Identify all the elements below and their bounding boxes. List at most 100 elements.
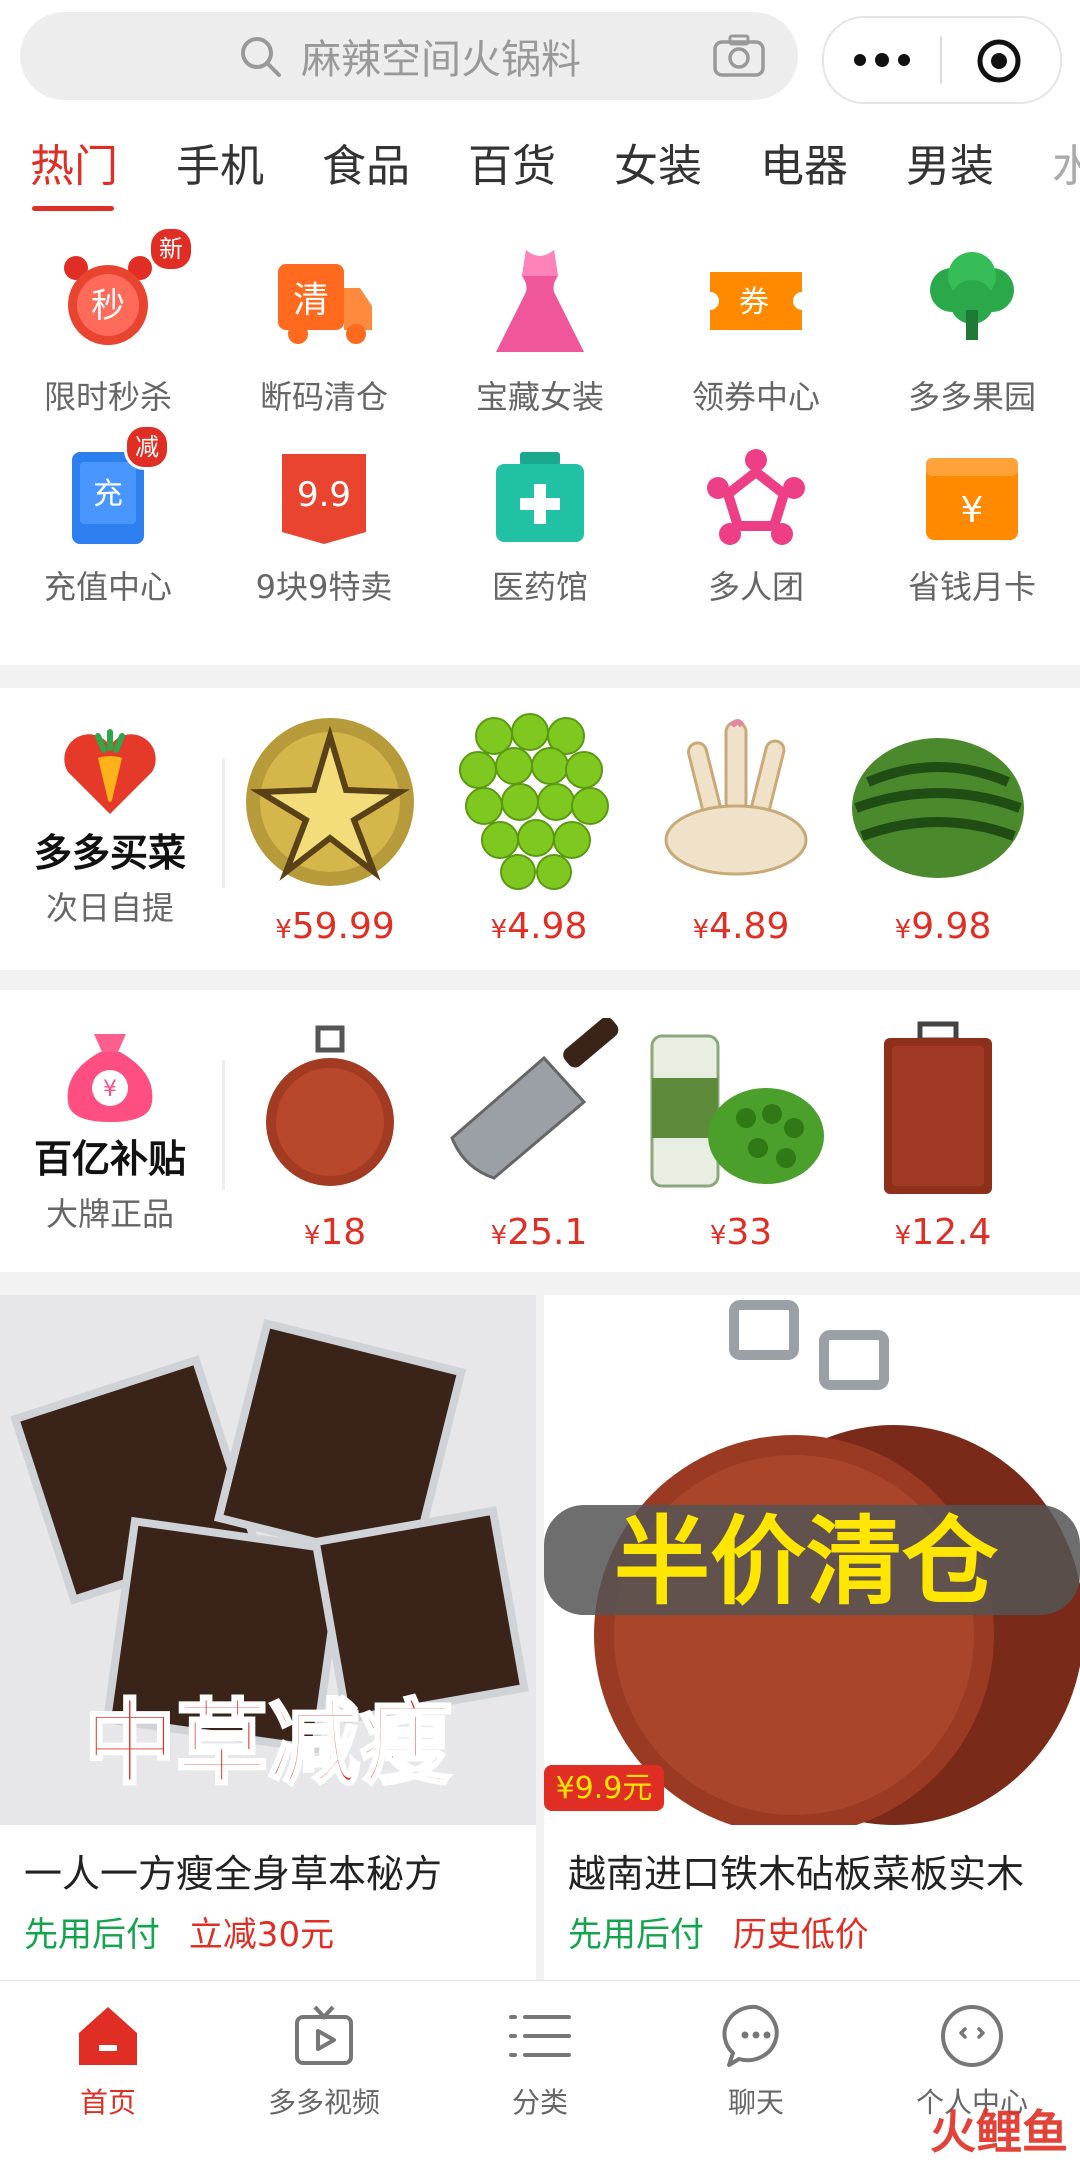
feed-title: 一人一方瘦全身草本秘方: [24, 1852, 443, 1896]
pay-later-tag: 先用后付: [24, 1915, 160, 1955]
recharge-glyph: 充: [93, 477, 123, 512]
tab-food[interactable]: 食品: [322, 130, 410, 194]
price-tag: ¥4.98: [490, 906, 588, 947]
monthly-card-icon: ¥: [926, 458, 1018, 540]
square-cutting-board-image: [884, 1021, 992, 1194]
price-tag: ¥33: [709, 1212, 773, 1253]
product-green-tea[interactable]: ¥33: [646, 1018, 836, 1253]
discount-badge: 减: [124, 424, 170, 470]
subsidy-row[interactable]: ¥ 百亿补贴 大牌正品 ¥18 ¥25.1 ¥33 ¥12.4: [0, 990, 1080, 1272]
grid-item-monthly-card[interactable]: ¥ 省钱月卡: [864, 420, 1080, 620]
grid-label: 医药馆: [491, 568, 588, 606]
grid-item-orchard[interactable]: 多多果园: [864, 220, 1080, 420]
nav-label: 首页: [79, 2086, 136, 2119]
search-placeholder: 麻辣空间火锅料: [301, 37, 581, 83]
nav-label: 多多视频: [267, 2086, 380, 2119]
tab-women[interactable]: 女装: [614, 130, 702, 194]
category-tabs: 热门 手机 食品 百货 女装 电器 男装 水: [0, 130, 1080, 210]
nav-label: 聊天: [727, 2086, 784, 2119]
price-badge: ¥9.9元: [556, 1771, 653, 1806]
group-buy-icon: [707, 449, 805, 545]
grocery-brand[interactable]: 多多买菜 次日自提: [20, 728, 200, 929]
product-grapes[interactable]: ¥4.98: [444, 712, 634, 947]
grid-item-group-buy[interactable]: 多人团: [648, 420, 864, 620]
more-options-icon[interactable]: [852, 50, 912, 70]
clearance-truck-icon: 清: [278, 264, 372, 344]
tab-phone[interactable]: 手机: [176, 130, 264, 194]
camera-icon[interactable]: [712, 34, 766, 78]
feed-banner-text: 中草减瘦: [84, 1690, 452, 1797]
top-header: 麻辣空间火锅料 热门 手机 食品 百货 女装 电器 男装 水: [0, 0, 1080, 220]
clearance-glyph: 清: [293, 280, 329, 321]
money-bag-glyph: ¥: [103, 1077, 117, 1102]
watermark: 火鲤鱼: [930, 2105, 1068, 2159]
grid-label: 多多果园: [907, 378, 1036, 416]
grocery-subtitle: 次日自提: [45, 889, 174, 927]
nine-nine-icon: 9.9: [282, 454, 366, 544]
grid-label: 省钱月卡: [907, 568, 1036, 606]
close-miniapp-icon[interactable]: [976, 38, 1022, 84]
product-round-board[interactable]: ¥18: [240, 1018, 430, 1253]
grid-item-flash-sale[interactable]: 秒 新 限时秒杀: [0, 220, 216, 420]
tab-water[interactable]: 水: [1052, 130, 1080, 194]
tab-appliances[interactable]: 电器: [760, 130, 848, 194]
product-square-board[interactable]: ¥12.4: [848, 1018, 1038, 1253]
bottom-navigation: 首页 多多视频 分类 聊天 个人中心 火鲤鱼: [0, 1980, 1080, 2168]
product-ginger[interactable]: ¥4.89: [646, 712, 836, 947]
grid-label: 多人团: [707, 568, 804, 606]
grid-item-coupon[interactable]: 券 领券中心: [648, 220, 864, 420]
grid-label: 9块9特卖: [255, 568, 393, 606]
row-divider: [222, 1060, 225, 1190]
pay-later-tag: 先用后付: [568, 1915, 704, 1955]
grid-label: 充值中心: [43, 568, 172, 606]
grocery-row[interactable]: 多多买菜 次日自提 ¥59.99 ¥4.98 ¥4.89 ¥9.98: [0, 688, 1080, 970]
nav-home[interactable]: 首页: [0, 2001, 216, 2121]
carrot-heart-icon: [64, 729, 156, 814]
row-divider: [222, 758, 225, 888]
coupon-glyph: 券: [739, 285, 769, 320]
feed-card[interactable]: 中草减瘦 一人一方瘦全身草本秘方 先用后付 立减30元: [0, 1295, 536, 1985]
cleaver-image: [450, 1018, 619, 1180]
tab-hot[interactable]: 热门: [30, 130, 118, 194]
product-durian[interactable]: ¥59.99: [240, 712, 430, 947]
home-icon: [79, 2007, 137, 2065]
nine-nine-glyph: 9.9: [297, 475, 351, 515]
promo-tag: 历史低价: [732, 1915, 869, 1955]
profile-icon: [941, 2005, 1003, 2067]
category-list-icon: [509, 2015, 571, 2057]
grid-item-pharmacy[interactable]: 医药馆: [432, 420, 648, 620]
nav-category[interactable]: 分类: [432, 2001, 648, 2121]
grid-label: 宝藏女装: [475, 378, 604, 416]
grid-item-clearance[interactable]: 清 断码清仓: [216, 220, 432, 420]
nav-chat[interactable]: 聊天: [648, 2001, 864, 2121]
subsidy-brand[interactable]: ¥ 百亿补贴 大牌正品: [20, 1030, 200, 1235]
subsidy-title: 百亿补贴: [33, 1137, 186, 1181]
medicine-box-icon: [496, 452, 584, 542]
round-cutting-board-image: [266, 1025, 394, 1186]
orchard-tree-icon: [930, 252, 1014, 340]
ginger-image: [664, 719, 808, 876]
grid-item-nine-nine[interactable]: 9.9 9块9特卖: [216, 420, 432, 620]
grid-item-recharge[interactable]: 充 减 充值中心: [0, 420, 216, 620]
promo-tag: 立减30元: [188, 1915, 335, 1955]
feed-card[interactable]: 半价清仓 ¥9.9元 越南进口铁木砧板菜板实木 先用后付 历史低价: [544, 1295, 1080, 1985]
product-cleaver[interactable]: ¥25.1: [444, 1018, 634, 1253]
miniapp-capsule: [822, 16, 1062, 104]
money-bag-icon: ¥: [67, 1034, 153, 1122]
price-tag: ¥25.1: [490, 1212, 588, 1253]
new-badge: 新: [148, 226, 194, 272]
search-icon: [241, 37, 281, 77]
tab-general[interactable]: 百货: [468, 130, 556, 194]
dress-icon: [496, 250, 584, 352]
product-watermelon[interactable]: ¥9.98: [848, 712, 1038, 947]
video-icon: [295, 2005, 353, 2065]
price-tag: ¥18: [303, 1212, 367, 1253]
nav-video[interactable]: 多多视频: [216, 2001, 432, 2121]
tab-men[interactable]: 男装: [906, 130, 994, 194]
watermelon-image: [852, 738, 1024, 878]
coupon-icon: 券: [710, 272, 802, 330]
flash-sale-glyph: 秒: [91, 286, 125, 326]
price-tag: ¥59.99: [275, 906, 395, 947]
search-bar[interactable]: 麻辣空间火锅料: [20, 12, 798, 100]
grid-item-women-fashion[interactable]: 宝藏女装: [432, 220, 648, 420]
